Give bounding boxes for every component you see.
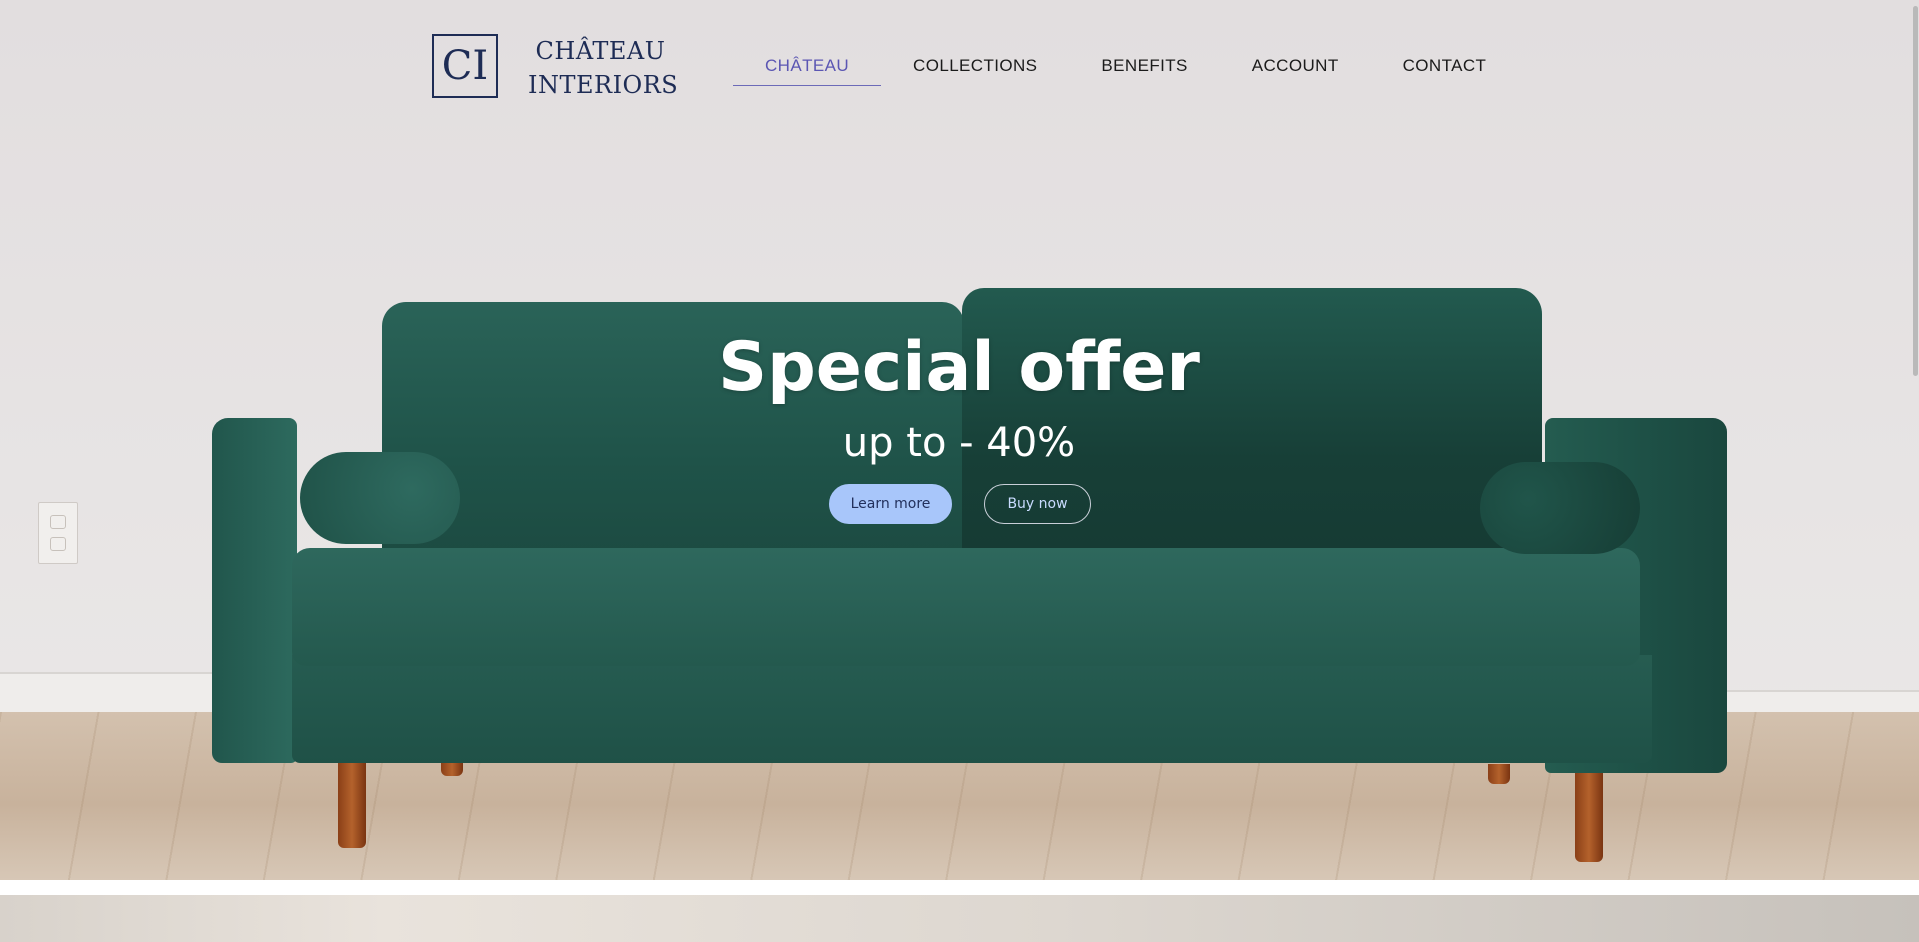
hero-section: CI CHÂTEAU INTERIORS CHÂTEAU COLLECTIONS… <box>0 0 1919 880</box>
sofa-leg <box>338 758 366 848</box>
logo-line-2: INTERIORS <box>528 71 679 99</box>
main-nav: CHÂTEAU COLLECTIONS BENEFITS ACCOUNT CON… <box>733 50 1518 86</box>
sofa-arm-left <box>212 418 297 763</box>
baseboard <box>0 672 230 714</box>
wall-outlet <box>38 502 78 564</box>
hero-title: Special offer <box>718 328 1200 407</box>
nav-item-collections[interactable]: COLLECTIONS <box>881 50 1069 86</box>
logo-wordmark: CHÂTEAU INTERIORS <box>528 34 679 102</box>
logo-line-1: CHÂTEAU <box>535 37 666 65</box>
sofa-leg <box>1488 764 1510 784</box>
nav-item-contact[interactable]: CONTACT <box>1371 50 1519 86</box>
nav-item-chateau[interactable]: CHÂTEAU <box>733 50 882 86</box>
next-section-preview <box>0 895 1919 942</box>
sofa-bolster-right <box>1480 462 1640 554</box>
sofa-bolster-left <box>300 452 460 544</box>
nav-item-account[interactable]: ACCOUNT <box>1220 50 1371 86</box>
sofa-seat-cushion <box>292 548 1640 666</box>
logo-monogram: CI <box>432 34 498 98</box>
learn-more-button[interactable]: Learn more <box>829 484 952 524</box>
scrollbar-thumb[interactable] <box>1913 6 1918 376</box>
sofa-base <box>292 655 1652 763</box>
hero-subtitle: up to - 40% <box>842 420 1076 466</box>
nav-item-benefits[interactable]: BENEFITS <box>1069 50 1219 86</box>
buy-now-button[interactable]: Buy now <box>984 484 1091 524</box>
sofa-leg <box>1575 764 1603 862</box>
